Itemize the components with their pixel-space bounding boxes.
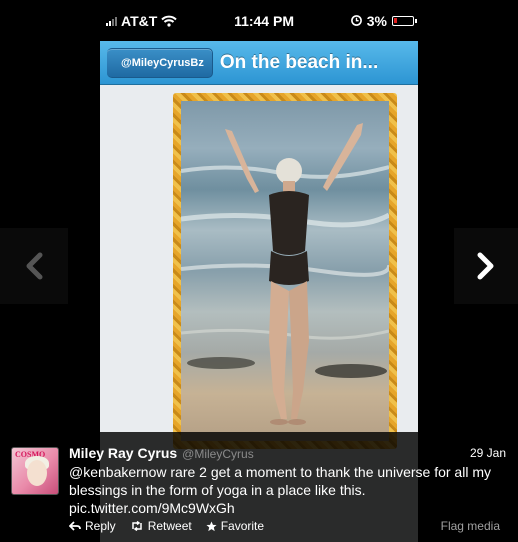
tweet-author: Miley Ray Cyrus @MileyCyrus — [69, 445, 254, 461]
tweet-text: @kenbakernow rare 2 get a moment to than… — [69, 464, 491, 516]
avatar-face — [27, 460, 47, 486]
status-right: 3% — [350, 12, 417, 29]
retweet-button[interactable]: Retweet — [130, 519, 192, 533]
retweet-icon — [131, 521, 142, 531]
status-left: AT&T — [106, 13, 177, 29]
reply-icon — [69, 521, 81, 531]
tweet-date[interactable]: 29 Jan — [470, 446, 506, 460]
beach-scene — [181, 123, 389, 425]
retweet-label: Retweet — [147, 519, 192, 533]
battery-icon — [392, 15, 417, 26]
nav-title: On the beach in... — [219, 51, 379, 73]
app-nav-bar: @MileyCyrusBz On the beach in... — [100, 41, 418, 85]
avatar[interactable]: COSMO — [11, 447, 59, 495]
carrier-label: AT&T — [121, 12, 158, 29]
back-button[interactable]: @MileyCyrusBz — [107, 47, 213, 78]
gallery-next-band — [454, 228, 518, 304]
tweet-card: COSMO Miley Ray Cyrus @MileyCyrus 29 Jan… — [0, 432, 518, 542]
status-time: 11:44 PM — [234, 12, 294, 29]
reply-button[interactable]: Reply — [69, 519, 116, 533]
clock-icon — [350, 15, 362, 26]
flag-media-link[interactable]: Flag media — [441, 519, 500, 533]
favorite-button[interactable]: Favorite — [206, 519, 264, 533]
battery-percent: 3% — [366, 12, 387, 29]
author-name[interactable]: Miley Ray Cyrus — [69, 445, 177, 461]
gallery-prev-button[interactable] — [0, 228, 68, 304]
reply-label: Reply — [85, 519, 116, 533]
gallery-prev-band — [0, 228, 68, 304]
tweet-actions: Reply Retweet Favorite — [69, 519, 264, 533]
photo-frame — [173, 93, 397, 449]
chevron-right-icon — [477, 252, 494, 280]
gallery-next-button[interactable] — [454, 228, 518, 304]
author-handle[interactable]: @MileyCyrus — [182, 447, 254, 461]
status-bar: AT&T 11:44 PM 3% — [100, 0, 418, 41]
beach-photo — [181, 101, 389, 441]
back-button-label: @MileyCyrusBz — [121, 56, 204, 69]
chevron-left-icon — [26, 252, 43, 280]
favorite-label: Favorite — [220, 519, 265, 533]
star-icon — [206, 520, 217, 531]
signal-icon — [106, 16, 117, 26]
wifi-icon — [161, 15, 177, 27]
